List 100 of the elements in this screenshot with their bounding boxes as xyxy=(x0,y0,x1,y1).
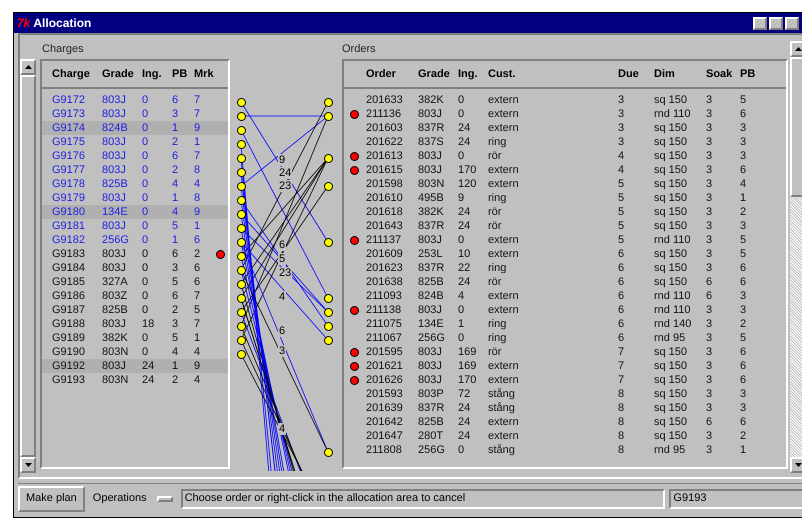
order-row[interactable]: 201613 803J 0 rör 4 sq 150 3 3 xyxy=(344,149,786,163)
scroll-up-button[interactable] xyxy=(790,41,802,57)
column-header[interactable]: Soak xyxy=(706,66,740,82)
scrollbar-thumb[interactable] xyxy=(790,57,802,197)
charge-node[interactable] xyxy=(236,126,246,134)
close-button[interactable] xyxy=(785,16,799,30)
charge-node[interactable] xyxy=(236,182,246,190)
order-node[interactable] xyxy=(324,98,332,106)
charge-row[interactable]: G9185 327A 0 5 6 xyxy=(42,275,228,289)
order-row[interactable]: 201647 280T 24 extern 8 sq 150 3 2 xyxy=(344,429,786,443)
operations-menu-button[interactable]: Operations xyxy=(88,488,177,510)
make-plan-button[interactable]: Make plan xyxy=(18,486,85,512)
order-row[interactable]: 201642 825B 24 extern 8 sq 150 6 6 xyxy=(344,415,786,429)
charge-row[interactable]: G9189 382K 0 5 1 xyxy=(42,331,228,345)
minimize-button[interactable] xyxy=(753,16,767,30)
order-row[interactable]: 201609 253L 10 extern 6 sq 150 3 5 xyxy=(344,247,786,261)
charge-node[interactable] xyxy=(236,112,246,120)
order-row[interactable]: 211808 256G 0 stång 8 rnd 95 3 1 xyxy=(344,443,786,457)
charge-row[interactable]: G9177 803J 0 2 8 xyxy=(42,163,228,177)
column-header[interactable]: Grade xyxy=(418,66,458,82)
charge-row[interactable]: G9190 803N 0 4 4 xyxy=(42,345,228,359)
column-header[interactable]: Order xyxy=(366,66,418,82)
order-node[interactable] xyxy=(324,154,332,162)
order-row[interactable]: 201621 803J 169 extern 7 sq 150 3 6 xyxy=(344,359,786,373)
charge-row[interactable]: G9183 803J 0 6 2 xyxy=(42,247,228,261)
charge-row[interactable]: G9188 803J 18 3 7 xyxy=(42,317,228,331)
charge-row[interactable]: G9178 825B 0 4 4 xyxy=(42,177,228,191)
column-header[interactable]: Cust. xyxy=(488,66,618,82)
charge-node[interactable] xyxy=(236,294,246,302)
charge-row[interactable]: G9182 256G 0 1 6 xyxy=(42,233,228,247)
column-header[interactable]: Charge xyxy=(52,66,102,82)
charge-node[interactable] xyxy=(236,140,246,148)
charge-row[interactable]: G9184 803J 0 3 6 xyxy=(42,261,228,275)
charge-node[interactable] xyxy=(236,224,246,232)
charge-row[interactable]: G9179 803J 0 1 8 xyxy=(42,191,228,205)
column-header[interactable]: Ing. xyxy=(458,66,488,82)
column-header[interactable]: Grade xyxy=(102,66,142,82)
charge-row[interactable]: G9193 803N 24 2 4 xyxy=(42,373,228,387)
column-header[interactable]: PB xyxy=(172,66,194,82)
charge-row[interactable]: G9192 803J 24 1 9 xyxy=(42,359,228,373)
charge-row[interactable]: G9186 803Z 0 6 7 xyxy=(42,289,228,303)
charge-node[interactable] xyxy=(236,238,246,246)
order-node[interactable] xyxy=(324,238,332,246)
order-node[interactable] xyxy=(324,322,332,330)
charge-node[interactable] xyxy=(236,98,246,106)
order-row[interactable]: 201618 382K 24 rör 5 sq 150 3 2 xyxy=(344,205,786,219)
charge-row[interactable]: G9172 803J 0 6 7 xyxy=(42,93,228,107)
order-row[interactable]: 201622 837S 24 ring 3 sq 150 3 3 xyxy=(344,135,786,149)
order-row[interactable]: 201598 803N 120 extern 5 sq 150 3 4 xyxy=(344,177,786,191)
order-row[interactable]: 201639 837R 24 stång 8 sq 150 3 3 xyxy=(344,401,786,415)
order-node[interactable] xyxy=(324,294,332,302)
charge-node[interactable] xyxy=(236,266,246,274)
order-row[interactable]: 201626 803J 170 extern 7 sq 150 3 6 xyxy=(344,373,786,387)
column-header[interactable]: Ing. xyxy=(142,66,172,82)
maximize-button[interactable] xyxy=(769,16,783,30)
column-header[interactable]: Due xyxy=(618,66,654,82)
order-row[interactable]: 211137 803J 0 extern 5 rnd 110 3 5 xyxy=(344,233,786,247)
order-row[interactable]: 211075 134E 1 ring 6 rnd 140 3 2 xyxy=(344,317,786,331)
order-row[interactable]: 201623 837R 22 ring 6 sq 150 3 6 xyxy=(344,261,786,275)
charge-row[interactable]: G9181 803J 0 5 1 xyxy=(42,219,228,233)
charge-node[interactable] xyxy=(236,350,246,358)
order-row[interactable]: 211067 256G 0 ring 6 rnd 95 3 5 xyxy=(344,331,786,345)
scroll-down-button[interactable] xyxy=(20,457,36,473)
charge-node[interactable] xyxy=(236,308,246,316)
column-header[interactable]: Dim xyxy=(654,66,706,82)
order-row[interactable]: 211138 803J 0 extern 6 rnd 110 3 3 xyxy=(344,303,786,317)
order-row[interactable]: 201603 837R 24 extern 3 sq 150 3 3 xyxy=(344,121,786,135)
quantity-label: 23 xyxy=(278,180,292,192)
column-header[interactable]: Mrk xyxy=(194,66,216,82)
scroll-down-button[interactable] xyxy=(790,457,802,473)
charge-row[interactable]: G9180 134E 0 4 9 xyxy=(42,205,228,219)
order-node[interactable] xyxy=(324,448,332,456)
order-node[interactable] xyxy=(324,112,332,120)
order-row[interactable]: 201643 837R 24 rör 5 sq 150 3 3 xyxy=(344,219,786,233)
charge-row[interactable]: G9175 803J 0 2 1 xyxy=(42,135,228,149)
charge-node[interactable] xyxy=(236,168,246,176)
charge-row[interactable]: G9187 825B 0 2 5 xyxy=(42,303,228,317)
order-row[interactable]: 201610 495B 9 ring 5 sq 150 3 1 xyxy=(344,191,786,205)
order-node[interactable] xyxy=(324,336,332,344)
scroll-up-button[interactable] xyxy=(20,59,36,75)
charge-node[interactable] xyxy=(236,280,246,288)
charge-row[interactable]: G9174 824B 0 1 9 xyxy=(42,121,228,135)
charge-node[interactable] xyxy=(236,154,246,162)
order-row[interactable]: 201615 803J 170 extern 4 sq 150 3 6 xyxy=(344,163,786,177)
charge-row[interactable]: G9176 803J 0 6 7 xyxy=(42,149,228,163)
charge-node[interactable] xyxy=(236,210,246,218)
order-row[interactable]: 201633 382K 0 extern 3 sq 150 3 5 xyxy=(344,93,786,107)
charge-node[interactable] xyxy=(236,322,246,330)
order-row[interactable]: 201595 803J 169 rör 7 sq 150 3 6 xyxy=(344,345,786,359)
order-row[interactable]: 201638 825B 24 rör 6 sq 150 6 6 xyxy=(344,275,786,289)
charge-node[interactable] xyxy=(236,252,246,260)
charge-node[interactable] xyxy=(236,336,246,344)
charge-row[interactable]: G9173 803J 0 3 7 xyxy=(42,107,228,121)
column-header[interactable]: PB xyxy=(740,66,770,82)
order-row[interactable]: 201593 803P 72 stång 8 sq 150 3 3 xyxy=(344,387,786,401)
order-node[interactable] xyxy=(324,182,332,190)
order-row[interactable]: 211093 824B 4 extern 6 rnd 110 6 3 xyxy=(344,289,786,303)
order-node[interactable] xyxy=(324,308,332,316)
charge-node[interactable] xyxy=(236,196,246,204)
order-row[interactable]: 211136 803J 0 extern 3 rnd 110 3 6 xyxy=(344,107,786,121)
